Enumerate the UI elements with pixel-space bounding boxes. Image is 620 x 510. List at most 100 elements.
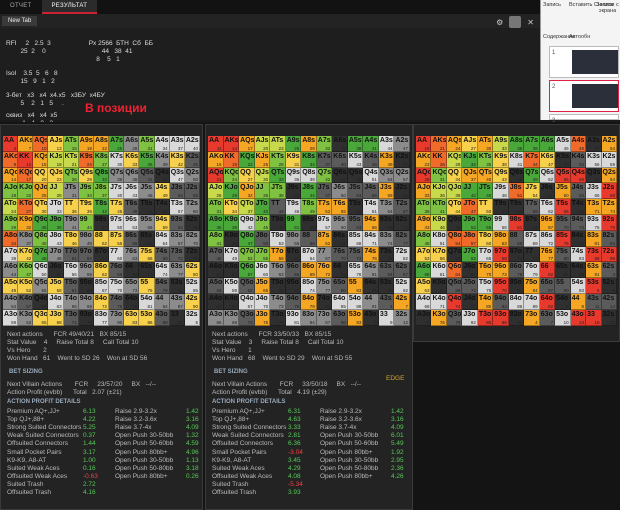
hand-cell[interactable]: A7s 39 — [524, 136, 540, 152]
hand-cell[interactable]: K6o 54 — [223, 262, 240, 279]
hand-cell[interactable]: 87o 71 — [508, 246, 525, 263]
hand-cell[interactable]: KJs 25 — [254, 151, 271, 168]
hand-cell[interactable]: 84o 86 — [508, 293, 525, 310]
hand-cell[interactable]: A9o 36 — [208, 214, 224, 231]
hand-cell[interactable]: AJs 27 — [462, 136, 478, 152]
hand-cell[interactable]: J3o 75 — [254, 309, 271, 326]
hand-cell[interactable]: AKo 16 — [208, 151, 224, 168]
hand-cell[interactable]: T9o 41 — [63, 214, 79, 231]
hand-cell[interactable]: AA 11 — [208, 136, 224, 152]
hand-cell[interactable]: Q9o 42 — [239, 214, 255, 231]
hand-cell[interactable]: 84o 79 — [301, 293, 317, 310]
hand-cell[interactable]: 75s 80 — [555, 246, 571, 263]
hand-cell[interactable]: 53s 6 — [586, 278, 602, 294]
hand-cell[interactable]: 88 52 — [93, 230, 110, 247]
hand-cell[interactable]: T7o 58 — [270, 246, 286, 263]
hand-cell[interactable]: KQo 17 — [18, 167, 34, 184]
hand-cell[interactable]: J4s 56 — [363, 183, 379, 200]
hand-cell[interactable]: 65o 80 — [332, 278, 348, 294]
hand-cell[interactable]: K7s 30 — [109, 151, 125, 168]
hand-cell[interactable]: AKo 23 — [416, 151, 432, 168]
hand-cell[interactable]: AQo 14 — [3, 167, 19, 184]
hand-cell[interactable]: 84o 72 — [93, 293, 110, 310]
hand-cell[interactable]: J3s 59 — [378, 183, 395, 200]
hand-cell[interactable]: Q6o 50 — [33, 262, 49, 279]
hand-cell[interactable]: 43o 89 — [154, 309, 170, 326]
hand-cell[interactable]: Q2s 57 — [394, 167, 410, 184]
hand-cell[interactable]: T4o 80 — [477, 293, 494, 310]
hand-cell[interactable]: A5o 63 — [416, 278, 432, 294]
hand-cell[interactable]: 65o 87 — [539, 278, 556, 294]
hand-cell[interactable]: KQs 15 — [33, 151, 49, 168]
hand-cell[interactable]: KQo 31 — [431, 167, 447, 184]
hand-cell[interactable]: A3s 37 — [169, 136, 185, 152]
hand-cell[interactable]: 64s 88 — [570, 262, 587, 279]
hand-cell[interactable]: 83s 81 — [586, 230, 602, 247]
hand-cell[interactable]: J6o 53 — [48, 262, 64, 279]
hand-cell[interactable]: A9s 19 — [78, 136, 94, 152]
hand-cell[interactable]: 53s 89 — [378, 278, 395, 294]
hand-cell[interactable]: JTs 45 — [477, 183, 494, 200]
hand-cell[interactable]: TT 50 — [477, 199, 494, 215]
hand-cell[interactable]: AQo 21 — [208, 167, 224, 184]
hand-cell[interactable]: KK 26 — [431, 151, 447, 168]
hand-cell[interactable]: JTs 38 — [270, 183, 286, 200]
hand-cell[interactable]: 65s 85 — [555, 262, 571, 279]
hand-cell[interactable]: 52s 85 — [184, 278, 200, 294]
hand-cell[interactable]: KQs 29 — [446, 151, 463, 168]
hand-cell[interactable]: 32s 12 — [394, 309, 410, 326]
hand-cell[interactable]: ATs 23 — [270, 136, 286, 152]
hand-cell[interactable]: 74o 89 — [524, 293, 540, 310]
hand-cell[interactable]: T7o 51 — [63, 246, 79, 263]
hand-cell[interactable]: K3s 49 — [378, 151, 395, 168]
hand-cell[interactable]: QTo 37 — [239, 199, 255, 215]
hand-cell[interactable]: 63s 77 — [169, 262, 185, 279]
hand-cell[interactable]: K6s 40 — [332, 151, 348, 168]
hand-cell[interactable]: 82s 77 — [394, 230, 410, 247]
ribbon-button[interactable]: Автообн — [569, 34, 590, 40]
hand-cell[interactable]: J2s 69 — [601, 183, 617, 200]
hand-cell[interactable]: 76o 79 — [524, 262, 540, 279]
hand-cell[interactable]: 77 60 — [109, 246, 125, 263]
hand-cell[interactable]: AA 4 — [3, 136, 19, 152]
hand-cell[interactable]: 98o 56 — [285, 230, 302, 247]
hand-cell[interactable]: Q3o 72 — [239, 309, 255, 326]
hand-cell[interactable]: 42s 90 — [184, 293, 200, 310]
hand-cell[interactable]: 97o 54 — [78, 246, 94, 263]
hand-cell[interactable]: AJo 19 — [3, 183, 19, 200]
hand-cell[interactable]: 72s 89 — [601, 246, 617, 263]
hand-cell[interactable]: Q4s 58 — [570, 167, 587, 184]
hand-cell[interactable]: T8o 53 — [270, 230, 286, 247]
hand-cell[interactable]: A2s 47 — [394, 136, 410, 152]
hand-cell[interactable]: KJo 22 — [18, 183, 34, 200]
hand-cell[interactable]: 83o 91 — [508, 309, 525, 326]
hand-cell[interactable]: 75s 73 — [347, 246, 364, 263]
hand-cell[interactable]: JJ 35 — [254, 183, 271, 200]
hand-cell[interactable]: 85o 67 — [93, 278, 110, 294]
hand-cell[interactable]: QJs 30 — [254, 167, 271, 184]
hand-cell[interactable]: T3s 57 — [169, 199, 185, 215]
hand-cell[interactable]: 96o 66 — [285, 262, 302, 279]
hand-cell[interactable]: A8s 22 — [93, 136, 110, 152]
hand-cell[interactable]: J6s 43 — [124, 183, 140, 200]
hand-cell[interactable]: JJ 28 — [48, 183, 64, 200]
hand-cell[interactable]: K6o 47 — [18, 262, 34, 279]
hand-cell[interactable]: A4s 34 — [154, 136, 170, 152]
hand-cell[interactable]: T5s 65 — [555, 199, 571, 215]
hand-cell[interactable]: KTo 27 — [18, 199, 34, 215]
hand-cell[interactable]: QTs 33 — [270, 167, 286, 184]
hand-cell[interactable]: AKs 21 — [431, 136, 447, 152]
hand-cell[interactable]: K7s 44 — [524, 151, 540, 168]
hand-cell[interactable]: 97o 68 — [493, 246, 509, 263]
hand-cell[interactable]: J9o 45 — [254, 214, 271, 231]
hand-cell[interactable]: Q9s 43 — [493, 167, 509, 184]
hand-cell[interactable]: KTs 35 — [477, 151, 494, 168]
hand-cell[interactable]: 77 67 — [316, 246, 333, 263]
hand-cell[interactable]: J8o 57 — [462, 230, 478, 247]
hand-cell[interactable]: 96s 60 — [332, 214, 348, 231]
hand-cell[interactable]: 62s 87 — [394, 262, 410, 279]
hand-cell[interactable]: K8s 34 — [301, 151, 317, 168]
hand-cell[interactable]: 88 66 — [508, 230, 525, 247]
hand-cell[interactable]: 75o 77 — [316, 278, 333, 294]
hand-cell[interactable]: J5o 72 — [462, 278, 478, 294]
